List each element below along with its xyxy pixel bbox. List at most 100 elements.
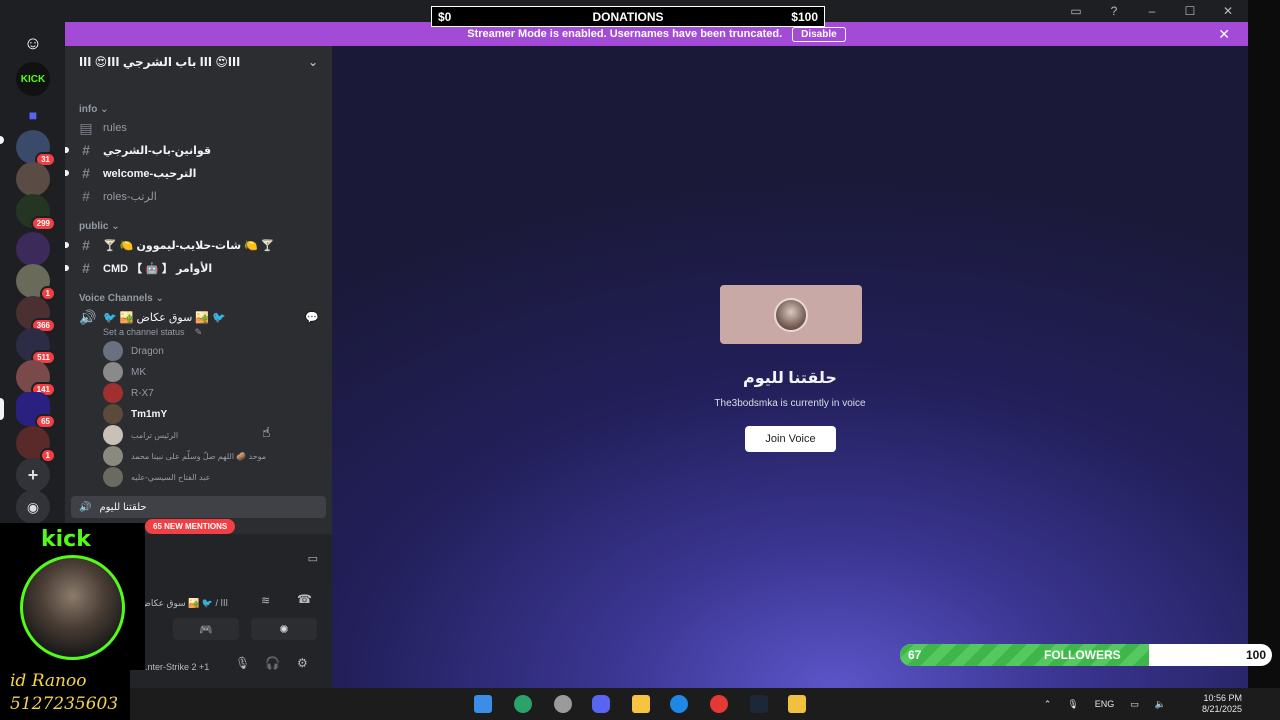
voice-channel-title: حلقتنا لليوم [743, 370, 837, 387]
username: MK [131, 366, 146, 378]
voice-channel-active[interactable]: 🔊 حلقتنا لليوم [71, 496, 326, 518]
channel-label: rules [103, 122, 127, 134]
streamer-id-name: id Ranoo [10, 671, 87, 691]
donations-overlay: $0 DONATIONS $100 [431, 6, 825, 27]
voice-user[interactable]: MK [103, 362, 146, 382]
noise-icon[interactable]: ≋ [261, 594, 270, 607]
avatar [103, 425, 123, 445]
activity-button[interactable]: 🎮 [173, 618, 239, 640]
voice-preview: حلقتنا لليوم The3bodsmka is currently in… [262, 46, 1248, 688]
username: Dragon [131, 345, 164, 357]
file-explorer-icon[interactable] [632, 695, 650, 713]
disconnect-icon[interactable]: ☎ [297, 592, 312, 606]
join-voice-button[interactable]: Join Voice [745, 426, 836, 452]
help-icon[interactable]: ? [1106, 4, 1122, 18]
disable-button[interactable]: Disable [792, 26, 846, 42]
inbox-icon[interactable]: ▭ [1068, 4, 1084, 18]
avatar [103, 446, 123, 466]
discord-taskbar-icon[interactable] [592, 695, 610, 713]
clock-time: 10:56 PM [1203, 693, 1242, 703]
avatar [103, 383, 123, 403]
soundboard-button[interactable]: ✺ [251, 618, 317, 640]
new-mentions-button[interactable]: 65 NEW MENTIONS [145, 519, 236, 534]
hash-icon: # [82, 188, 90, 204]
channel-chat[interactable]: # 🍸 🍋 شات-حلايب-ليموون 🍋 🍸 [79, 235, 319, 255]
voice-user[interactable]: موحد 🥔 اللهم صلّ وسلّم على نبينا محمد [103, 446, 266, 466]
server-9[interactable]: 1 [16, 426, 56, 463]
voice-user[interactable]: الرئيس ترامب [103, 425, 178, 445]
category-voice[interactable]: Voice Channels ⌄ [79, 293, 164, 304]
server-1[interactable]: 31 [16, 130, 56, 167]
voice-user[interactable]: Tm1mY [103, 404, 167, 424]
avatar [103, 404, 123, 424]
channel-rules[interactable]: ▤ rules [79, 118, 319, 138]
channel-cmd[interactable]: # CMD 【 🤖 】 الأوامر [79, 258, 319, 278]
channel-status[interactable]: Set a channel status ✎ [103, 322, 343, 342]
screen: ▭ ? – ☐ ✕ ☺ KICK ■ 31 299 1 366 511 141 … [0, 0, 1280, 720]
channel-qawanin[interactable]: # قوانين-باب-الشرجي [79, 140, 319, 160]
banner-text: Streamer Mode is enabled. Usernames have… [467, 28, 783, 40]
mic-tray-icon[interactable]: 🎙 [1067, 699, 1078, 710]
selected-pill [0, 398, 4, 420]
server-current[interactable]: 65 [16, 392, 56, 429]
app-icon[interactable] [554, 695, 572, 713]
minimize-icon[interactable]: – [1144, 4, 1160, 18]
server-header[interactable]: ااا😍 ااا باب الشرجي ااا😍 ااا ⌄ [65, 46, 332, 78]
voice-preview-card [720, 285, 862, 344]
server-6[interactable]: 366 [16, 296, 56, 333]
screen-share-icon[interactable]: ▭ [308, 552, 318, 565]
close-icon[interactable]: ✕ [1218, 26, 1230, 43]
server-3[interactable]: 299 [16, 194, 56, 231]
channel-roles[interactable]: # roles-الرتب [79, 186, 319, 206]
add-server-icon[interactable]: + [16, 458, 50, 492]
channel-label: قوانين-باب-الشرجي [103, 144, 212, 157]
discover-icon[interactable]: ◉ [16, 490, 50, 524]
start-icon[interactable] [474, 695, 492, 713]
speaker-icon: 🔊 [79, 501, 92, 513]
category-public[interactable]: public ⌄ [79, 221, 120, 232]
voice-user[interactable]: Dragon [103, 341, 164, 361]
server-8[interactable]: 141 [16, 360, 56, 397]
channel-welcome[interactable]: # welcome-الترحيب [79, 163, 319, 183]
activity-label: ...nter-Strike 2 +1 [140, 662, 210, 672]
server-4[interactable] [16, 232, 50, 266]
network-icon[interactable]: ▭ [1130, 699, 1139, 710]
avatar [103, 341, 123, 361]
server-2[interactable] [16, 162, 50, 196]
steam-icon[interactable] [750, 695, 768, 713]
unread-dot [65, 170, 69, 176]
voice-path: ااا / 🐦 🏜️ سوق عكاض [140, 598, 229, 608]
voice-user[interactable]: R-X7 [103, 383, 154, 403]
close-window-icon[interactable]: ✕ [1220, 4, 1236, 18]
gear-icon[interactable]: ⚙ [297, 656, 308, 670]
followers-goal-bar: 67 FOLLOWERS 100 [900, 644, 1272, 666]
donations-title: DONATIONS [592, 9, 664, 24]
voice-connection: ااا / 🐦 🏜️ سوق عكاض [140, 598, 228, 609]
mic-icon[interactable]: 🎙 [235, 656, 250, 670]
chrome-icon[interactable] [710, 695, 728, 713]
chevron-up-icon[interactable]: ⌃ [1044, 699, 1052, 710]
category-info[interactable]: info ⌄ [79, 104, 109, 115]
folder-icon[interactable]: ■ [16, 98, 50, 132]
discord-home-icon[interactable]: ☺ [16, 26, 50, 60]
language-indicator[interactable]: ENG [1095, 699, 1115, 709]
unread-dot [65, 242, 69, 248]
maximize-icon[interactable]: ☐ [1182, 4, 1198, 18]
server-7[interactable]: 511 [16, 328, 56, 365]
server-5[interactable]: 1 [16, 264, 56, 301]
browser-icon[interactable] [670, 695, 688, 713]
mention-badge: 299 [30, 216, 56, 231]
username: موحد 🥔 اللهم صلّ وسلّم على نبينا محمد [131, 451, 267, 461]
edge-icon[interactable] [514, 695, 532, 713]
username: R-X7 [131, 387, 154, 399]
app-2-icon[interactable] [788, 695, 806, 713]
server-kick[interactable]: KICK [16, 62, 50, 96]
hash-icon: # [82, 260, 90, 276]
voice-user[interactable]: عبد الفتاح السيسي-عليه [103, 467, 210, 487]
volume-icon[interactable]: 🔈 [1155, 699, 1166, 710]
followers-current: 67 [908, 648, 922, 662]
streamer-id-number: 5127235603 [10, 694, 119, 714]
headphones-icon[interactable]: 🎧 [265, 656, 280, 670]
unread-dot [65, 265, 69, 271]
clock[interactable]: 10:56 PM 8/21/2025 [1202, 693, 1242, 715]
